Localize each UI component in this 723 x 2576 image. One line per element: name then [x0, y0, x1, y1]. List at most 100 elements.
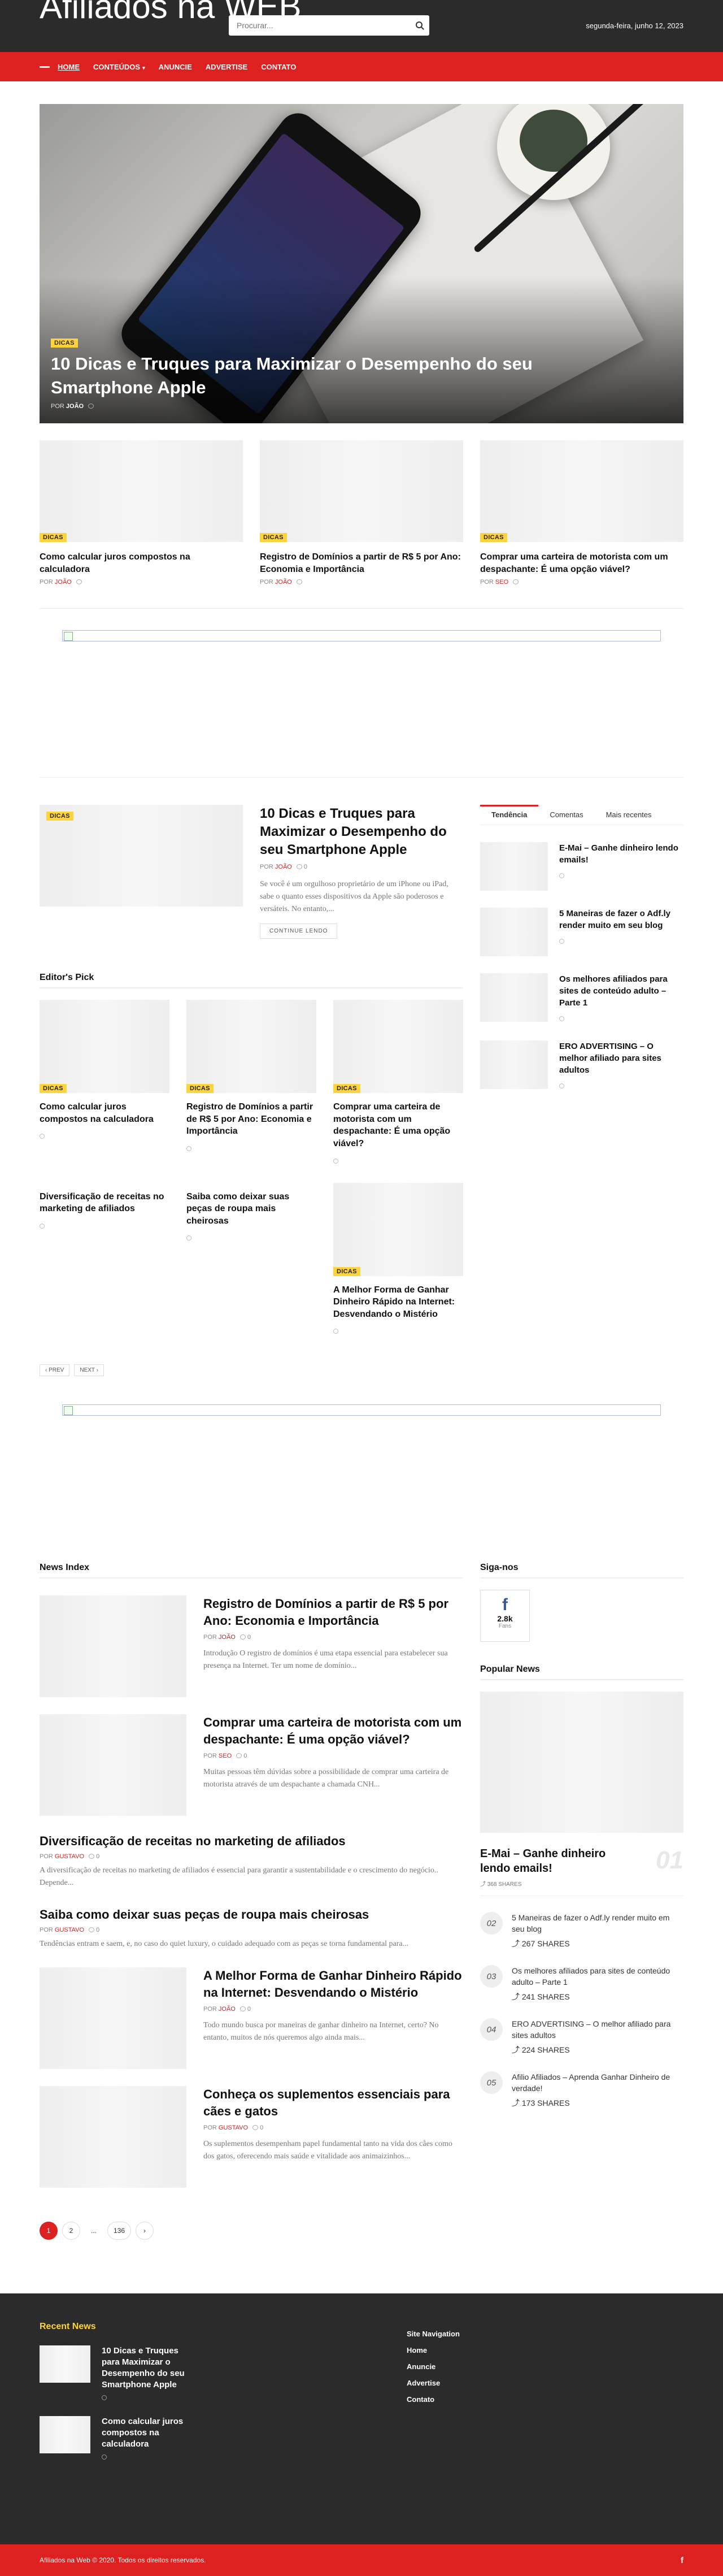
post-thumbnail[interactable]: DICAS [480, 440, 683, 542]
footer-link-contato[interactable]: Contato [407, 2395, 460, 2404]
footer-link-anuncie[interactable]: Anuncie [407, 2362, 460, 2371]
next-button[interactable]: NEXT › [74, 1364, 104, 1377]
author-link[interactable]: JOÃO [55, 579, 72, 586]
news-item[interactable]: Registro de Domínios a partir de R$ 5 po… [40, 1595, 463, 1698]
post-card[interactable]: DICAS Como calcular juros compostos na c… [40, 440, 243, 586]
search-input[interactable] [229, 15, 398, 36]
post-title[interactable]: Registro de Domínios a partir de R$ 5 po… [186, 1101, 316, 1138]
post-card[interactable]: DICAS A Melhor Forma de Ganhar Dinheiro R… [333, 1182, 463, 1337]
author-link[interactable]: JOÃO [66, 403, 84, 410]
page-button[interactable]: 1 [40, 2222, 58, 2240]
post-title[interactable]: Diversificação de receitas no marketing … [40, 1833, 463, 1850]
author-link[interactable]: JOÃO [275, 864, 292, 870]
post-thumbnail[interactable]: DICAS [40, 440, 243, 542]
author-link[interactable]: GUSTAVO [55, 1927, 84, 1933]
hero-title[interactable]: 10 Dicas e Truques para Maximizar o Dese… [51, 352, 570, 400]
author-link[interactable]: JOÃO [219, 1634, 236, 1641]
post-card[interactable]: Saiba como deixar suas peças de roupa ma… [186, 1183, 316, 1337]
news-item[interactable]: Saiba como deixar suas peças de roupa ma… [40, 1906, 463, 1950]
post-title[interactable]: Comprar uma carteira de motorista com um… [203, 1714, 463, 1748]
category-badge[interactable]: DICAS [40, 1084, 67, 1094]
post-thumbnail[interactable]: DICAS [260, 440, 463, 542]
post-title[interactable]: E-Mai – Ganhe dinheiro lendo emails! [559, 842, 683, 866]
post-title[interactable]: Comprar uma carteira de motorista com um… [480, 551, 683, 575]
footer-link-advertise[interactable]: Advertise [407, 2379, 460, 2387]
post-thumbnail[interactable]: DICAS [333, 1182, 463, 1276]
news-item[interactable]: Conheça os suplementos essenciais para c… [40, 2086, 463, 2188]
post-thumbnail[interactable] [40, 2345, 90, 2383]
post-title[interactable]: Registro de Domínios a partir de R$ 5 po… [260, 551, 463, 575]
popular-item[interactable]: 03 Os melhores afiliados para sites de co… [480, 1965, 683, 2002]
post-title[interactable]: E-Mai – Ganhe dinheiro lendo emails! [480, 1846, 610, 1876]
post-title[interactable]: Como calcular juros compostos na calcula… [102, 2416, 192, 2450]
post-card[interactable]: DICAS Como calcular juros compostos na ca… [40, 1000, 169, 1165]
post-thumbnail[interactable] [480, 973, 548, 1022]
nav-item-anuncie[interactable]: ANUNCIE [159, 63, 192, 71]
post-title[interactable]: Registro de Domínios a partir de R$ 5 po… [203, 1595, 463, 1629]
post-thumbnail[interactable]: DICAS [40, 1000, 169, 1094]
featured-post[interactable]: DICAS 10 Dicas e Truques para Maximizar … [40, 805, 463, 939]
footer-recent-item[interactable]: Como calcular juros compostos na calcula… [40, 2416, 407, 2462]
post-title[interactable]: Como calcular juros compostos na calcula… [40, 551, 243, 575]
tab-comments[interactable]: Comentas [538, 805, 594, 825]
post-card[interactable]: DICAS Registro de Domínios a partir de R$… [186, 1000, 316, 1165]
author-link[interactable]: JOÃO [275, 579, 292, 586]
author-link[interactable]: SEO [219, 1753, 232, 1759]
nav-item-conteudos[interactable]: CONTEÚDOS ▾ [93, 63, 145, 71]
category-badge[interactable]: DICAS [333, 1084, 360, 1094]
search-icon[interactable] [416, 21, 423, 28]
post-title[interactable]: Como calcular juros compostos na calcula… [40, 1101, 169, 1125]
author-link[interactable]: GUSTAVO [219, 2124, 248, 2131]
author-link[interactable]: JOÃO [219, 2006, 236, 2013]
footer-recent-item[interactable]: 10 Dicas e Truques para Maximizar o Dese… [40, 2345, 407, 2402]
list-item[interactable]: 5 Maneiras de fazer o Adf.ly render muit… [480, 908, 683, 957]
ad-banner-broken-image[interactable] [62, 1404, 661, 1416]
popular-item[interactable]: 02 5 Maneiras de fazer o Adf.ly render mu… [480, 1912, 683, 1949]
footer-link-home[interactable]: Home [407, 2346, 460, 2354]
post-thumbnail[interactable]: DICAS [40, 805, 243, 907]
prev-button[interactable]: ‹ PREV [40, 1364, 70, 1377]
post-thumbnail[interactable] [480, 842, 548, 891]
post-card[interactable]: DICAS Comprar uma carteira de motorista … [480, 440, 683, 586]
post-title[interactable]: Saiba como deixar suas peças de roupa ma… [186, 1191, 316, 1228]
post-title[interactable]: 5 Maneiras de fazer o Adf.ly render muit… [512, 1912, 683, 1935]
post-title[interactable]: Saiba como deixar suas peças de roupa ma… [40, 1906, 463, 1923]
post-thumbnail[interactable] [40, 1595, 186, 1698]
author-link[interactable]: GUSTAVO [55, 1853, 84, 1860]
popular-item[interactable]: 04 ERO ADVERTISING – O melhor afiliado pa… [480, 2018, 683, 2055]
post-title[interactable]: 10 Dicas e Truques para Maximizar o Dese… [102, 2345, 192, 2391]
news-item[interactable]: Comprar uma carteira de motorista com um… [40, 1714, 463, 1816]
category-badge[interactable]: DICAS [480, 533, 507, 542]
next-page-button[interactable]: › [136, 2222, 154, 2240]
post-title[interactable]: 10 Dicas e Truques para Maximizar o Dese… [260, 805, 463, 859]
post-card[interactable]: DICAS Comprar uma carteira de motorista c… [333, 1000, 463, 1165]
post-title[interactable]: Conheça os suplementos essenciais para c… [203, 2086, 463, 2120]
popular-top-item[interactable]: E-Mai – Ganhe dinheiro lendo emails! ⤴ 36… [480, 1692, 683, 1897]
continue-reading-button[interactable]: CONTINUE LENDO [260, 923, 338, 939]
nav-item-contato[interactable]: CONTATO [261, 63, 296, 71]
author-link[interactable]: SEO [495, 579, 508, 586]
facebook-icon[interactable]: f [681, 2556, 683, 2565]
tab-recent[interactable]: Mais recentes [595, 805, 663, 825]
category-badge[interactable]: DICAS [333, 1267, 360, 1276]
tab-trending[interactable]: Tendência [480, 805, 539, 825]
popular-item[interactable]: 05 Afilio Afiliados – Aprenda Ganhar Dinh… [480, 2071, 683, 2109]
nav-item-advertise[interactable]: ADVERTISE [206, 63, 247, 71]
post-card[interactable]: DICAS Registro de Domínios a partir de R… [260, 440, 463, 586]
post-thumbnail[interactable] [480, 908, 548, 957]
category-badge[interactable]: DICAS [40, 533, 67, 542]
post-card[interactable]: Diversificação de receitas no marketing … [40, 1183, 169, 1337]
post-title[interactable]: ERO ADVERTISING – O melhor afiliado para… [559, 1040, 683, 1076]
page-button[interactable]: 136 [107, 2222, 131, 2240]
hero-post[interactable]: DICAS 10 Dicas e Truques para Maximizar … [40, 104, 683, 423]
post-title[interactable]: 5 Maneiras de fazer o Adf.ly render muit… [559, 908, 683, 931]
page-button[interactable]: 2 [62, 2222, 80, 2240]
category-badge[interactable]: DICAS [260, 533, 287, 542]
post-thumbnail[interactable] [40, 1714, 186, 1816]
facebook-follow-button[interactable]: f 2.8k Fans [480, 1590, 530, 1642]
post-thumbnail[interactable]: DICAS [186, 1000, 316, 1094]
list-item[interactable]: E-Mai – Ganhe dinheiro lendo emails! [480, 842, 683, 891]
post-thumbnail[interactable] [40, 2416, 90, 2454]
list-item[interactable]: Os melhores afiliados para sites de cont… [480, 973, 683, 1024]
post-title[interactable]: Diversificação de receitas no marketing … [40, 1191, 169, 1215]
